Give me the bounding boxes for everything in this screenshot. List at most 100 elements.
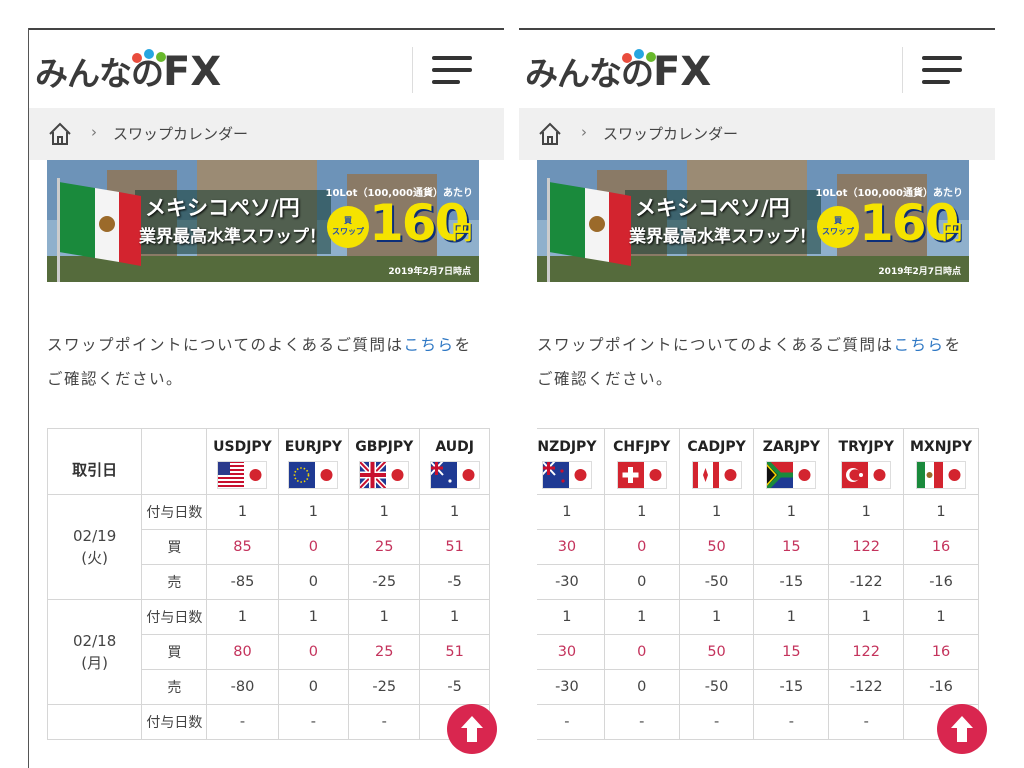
pair-name: EURJPY xyxy=(284,439,343,455)
date-cell xyxy=(47,704,143,740)
swap-days-cell: - xyxy=(277,704,350,740)
swap-sell-cell: 0 xyxy=(603,669,680,705)
banner-subtitle: 業界最高水準スワップ！ xyxy=(139,227,326,247)
home-icon[interactable] xyxy=(47,121,73,147)
pair-header: CADJPY xyxy=(678,428,755,495)
logo-fx: FX xyxy=(653,49,712,95)
date-cell: 02/19 (火) xyxy=(47,494,143,600)
weekday-value: (月) xyxy=(81,654,108,672)
swap-sell-cell: -16 xyxy=(903,669,979,705)
table-header-row: 取引日 USDJPY EURJPY GBPJPY AUDJ xyxy=(47,428,490,495)
hamburger-menu-icon[interactable] xyxy=(922,54,962,86)
banner-badge: 買 スワップ xyxy=(817,206,859,248)
arrow-up-icon xyxy=(461,716,483,742)
pair-name: GBPJPY xyxy=(355,439,414,455)
flag-us-jp-icon xyxy=(217,461,268,489)
table-row: 111111 xyxy=(537,494,979,530)
pair-header: EURJPY xyxy=(277,428,350,495)
swap-days-cell: - xyxy=(603,704,680,740)
intro-text-before: スワップポイントについてのよくあるご質問は xyxy=(537,336,894,354)
breadcrumb-current: スワップカレンダー xyxy=(113,125,249,143)
flag-mx-jp-icon xyxy=(916,461,967,489)
date-value: 02/18 xyxy=(73,632,117,650)
table-row: 付与日数---- xyxy=(47,704,490,740)
logo[interactable]: みんなのFX xyxy=(525,48,711,96)
flag-tr-jp-icon xyxy=(841,461,892,489)
breadcrumb: › スワップカレンダー xyxy=(519,108,995,160)
pair-header: CHFJPY xyxy=(603,428,680,495)
pair-name: NZDJPY xyxy=(537,439,597,455)
label-column-header xyxy=(141,428,208,495)
table-row: -30 0 -50 -15 -122 -16 xyxy=(537,669,979,705)
banner-title: メキシコペソ/円 xyxy=(145,196,300,220)
pair-header: USDJPY xyxy=(206,428,279,495)
swap-days-cell: 1 xyxy=(537,599,605,635)
swap-buy-cell: 0 xyxy=(603,529,680,565)
swap-sell-cell: -50 xyxy=(678,564,755,600)
swap-buy-cell: 0 xyxy=(277,634,350,670)
swap-sell-cell: 0 xyxy=(603,564,680,600)
logo-dots-icon xyxy=(132,49,166,63)
swap-days-cell: 1 xyxy=(678,494,755,530)
intro-text: スワップポイントについてのよくあるご質問はこちらをご確認ください。 xyxy=(537,328,977,396)
swap-days-cell: 1 xyxy=(348,599,421,635)
pair-name: AUDJ xyxy=(435,439,474,455)
scroll-to-top-button[interactable] xyxy=(937,704,987,754)
logo-fx: FX xyxy=(163,49,222,95)
swap-buy-cell: 85 xyxy=(206,529,279,565)
promo-banner[interactable]: 10Lot（100,000通貨）あたり メキシコペソ/円 業界最高水準スワップ！… xyxy=(47,160,479,282)
banner-unit: 円 xyxy=(942,220,962,244)
date-column-header: 取引日 xyxy=(47,428,143,495)
pair-header: GBPJPY xyxy=(348,428,421,495)
swap-days-cell: 1 xyxy=(603,599,680,635)
swap-days-cell: 1 xyxy=(903,599,979,635)
pair-header: MXNJPY xyxy=(903,428,979,495)
swap-days-cell: 1 xyxy=(419,494,490,530)
swap-buy-cell: 15 xyxy=(753,634,830,670)
swap-sell-cell: -5 xyxy=(419,564,490,600)
faq-link[interactable]: こちら xyxy=(894,336,945,354)
flag-gb-jp-icon xyxy=(359,461,410,489)
scroll-to-top-button[interactable] xyxy=(447,704,497,754)
swap-sell-cell: -122 xyxy=(828,564,905,600)
flag-za-jp-icon xyxy=(766,461,817,489)
table-header-row: NZDJPY CHFJPY CADJPY ZARJPY TRYJPY MXNJPY xyxy=(537,428,979,495)
pair-header: AUDJ xyxy=(419,428,490,495)
swap-days-cell: 1 xyxy=(419,599,490,635)
pair-header: NZDJPY xyxy=(537,428,605,495)
swap-days-cell: - xyxy=(678,704,755,740)
logo[interactable]: みんなのFX xyxy=(35,48,221,96)
swap-days-cell: 1 xyxy=(753,494,830,530)
row-label-days: 付与日数 xyxy=(141,599,208,635)
table-row: ------ xyxy=(537,704,979,740)
promo-banner[interactable]: 10Lot（100,000通貨）あたり メキシコペソ/円 業界最高水準スワップ！… xyxy=(537,160,969,282)
swap-buy-cell: 15 xyxy=(753,529,830,565)
swap-table-container[interactable]: 取引日 USDJPY EURJPY GBPJPY AUDJ 02/19 (火) 付与日数 1 1 1… xyxy=(47,428,490,768)
swap-days-cell: 1 xyxy=(277,494,350,530)
app-header: みんなのFX xyxy=(519,30,995,108)
swap-days-cell: 1 xyxy=(678,599,755,635)
swap-days-cell: 1 xyxy=(828,494,905,530)
swap-buy-cell: 80 xyxy=(206,634,279,670)
banner-title: メキシコペソ/円 xyxy=(635,196,790,220)
phone-screen-left: みんなのFX › スワップカレンダー 10Lot（100,000通貨）あたり メ… xyxy=(28,28,504,768)
home-icon[interactable] xyxy=(537,121,563,147)
weekday-value: (火) xyxy=(81,549,108,567)
swap-days-cell: 1 xyxy=(206,599,279,635)
swap-buy-cell: 122 xyxy=(828,634,905,670)
pair-name: CADJPY xyxy=(687,439,746,455)
swap-sell-cell: -85 xyxy=(206,564,279,600)
swap-buy-cell: 25 xyxy=(348,634,421,670)
pair-name: TRYJPY xyxy=(838,439,894,455)
banner-subtitle: 業界最高水準スワップ！ xyxy=(629,227,816,247)
flag-au-jp-icon xyxy=(429,461,480,489)
faq-link[interactable]: こちら xyxy=(404,336,455,354)
hamburger-menu-icon[interactable] xyxy=(432,54,472,86)
banner-date: 2019年2月7日時点 xyxy=(878,267,961,277)
swap-days-cell: 1 xyxy=(348,494,421,530)
banner-badge: 買 スワップ xyxy=(327,206,369,248)
swap-table: 取引日 USDJPY EURJPY GBPJPY AUDJ 02/19 (火) 付与日数 1 1 1… xyxy=(47,428,490,740)
swap-table-container[interactable]: NZDJPY CHFJPY CADJPY ZARJPY TRYJPY MXNJPY 1 1 1 1… xyxy=(537,428,979,768)
swap-buy-cell: 50 xyxy=(678,634,755,670)
swap-buy-cell: 16 xyxy=(903,634,979,670)
